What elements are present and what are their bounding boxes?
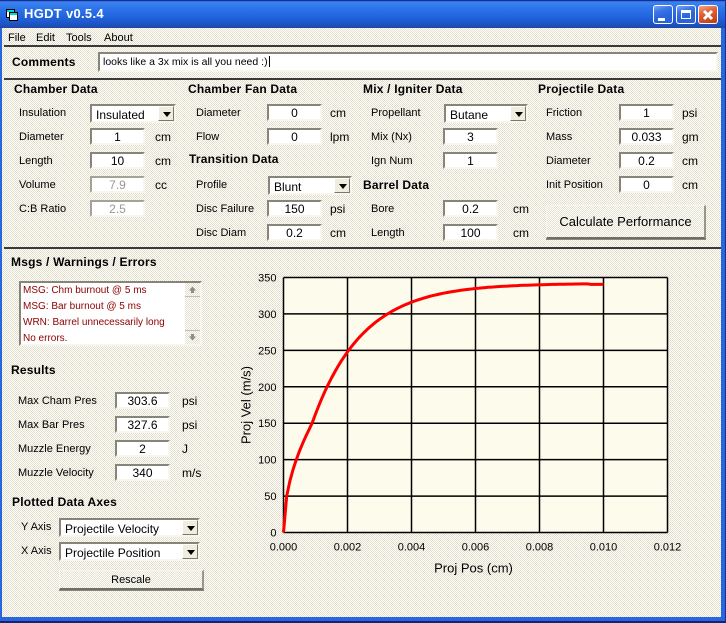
svg-text:Proj Pos (cm): Proj Pos (cm): [434, 561, 513, 576]
svg-text:50: 50: [264, 491, 276, 503]
svg-text:0.010: 0.010: [590, 542, 618, 554]
svg-text:0.006: 0.006: [462, 542, 490, 554]
svg-text:0: 0: [270, 528, 276, 540]
svg-text:0.000: 0.000: [270, 542, 298, 554]
svg-text:0.012: 0.012: [654, 542, 682, 554]
svg-text:0.008: 0.008: [526, 542, 554, 554]
svg-text:0.002: 0.002: [334, 542, 362, 554]
svg-text:300: 300: [258, 309, 276, 321]
svg-text:150: 150: [258, 418, 276, 430]
svg-text:0.004: 0.004: [398, 542, 426, 554]
svg-text:250: 250: [258, 345, 276, 357]
svg-text:350: 350: [258, 273, 276, 285]
svg-text:Proj Vel (m/s): Proj Vel (m/s): [239, 366, 254, 444]
svg-text:200: 200: [258, 382, 276, 394]
svg-text:100: 100: [258, 455, 276, 467]
